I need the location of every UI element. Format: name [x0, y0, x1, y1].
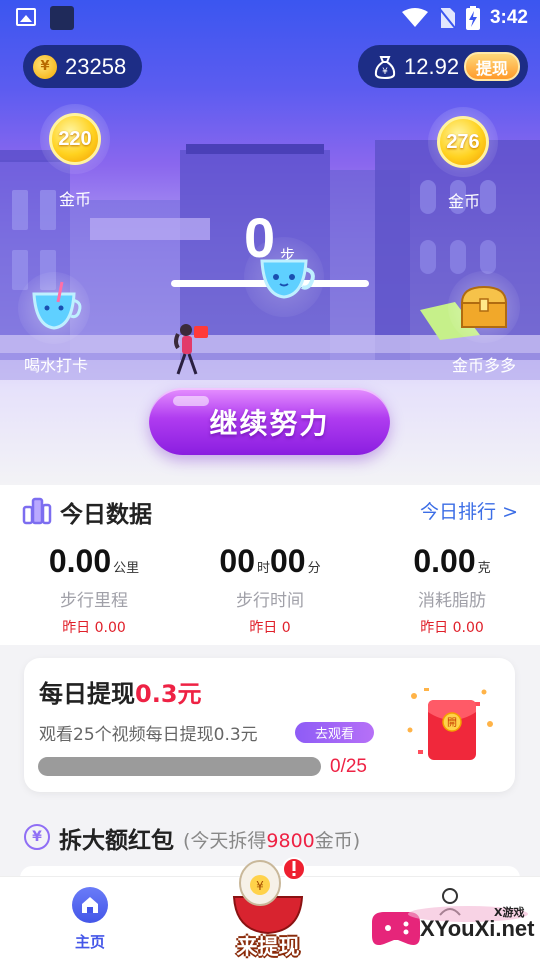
- coin-balance[interactable]: ¥ 23258: [23, 45, 142, 88]
- stat-time-minutes: 00: [270, 543, 306, 579]
- today-data-section: 今日数据 今日排行 > 0.00 公里 步行里程 昨日 0.00 00 时00 分 步…: [0, 485, 540, 645]
- stat-time: 00 时00 分 步行时间 昨日 0: [180, 543, 360, 637]
- drink-water-checkin[interactable]: [18, 272, 90, 344]
- svg-text:¥: ¥: [382, 67, 388, 77]
- big-red-packet-title: 拆大额红包: [59, 828, 174, 854]
- treasure-chest-icon[interactable]: [448, 271, 520, 343]
- red-packet-icon[interactable]: 開: [404, 684, 496, 770]
- buildings-icon: [22, 497, 52, 525]
- daily-withdraw-title: 每日提现0.3元: [39, 680, 202, 708]
- daily-withdraw-subtitle: 观看25个视频每日提现0.3元: [39, 725, 258, 745]
- coin-bubble-left[interactable]: 220: [40, 104, 110, 174]
- status-bar: 3:42: [0, 0, 540, 36]
- home-icon: [72, 887, 108, 923]
- nav-withdraw-label: 来提现: [236, 935, 300, 959]
- coin-bubble-value: 220: [49, 113, 101, 165]
- video-progress-text: 0/25: [330, 756, 367, 777]
- video-progress-bar: [38, 757, 321, 776]
- stat-distance-label: 步行里程: [60, 591, 128, 611]
- stat-fat-unit: 克: [477, 561, 491, 576]
- no-sim-icon: [438, 7, 456, 29]
- svg-text:¥: ¥: [256, 879, 264, 893]
- keep-going-button[interactable]: 继续努力: [149, 388, 390, 455]
- cash-balance[interactable]: ¥ 12.92 提现: [358, 45, 528, 88]
- daily-withdraw-card[interactable]: 每日提现0.3元 观看25个视频每日提现0.3元 去观看 0/25 開: [24, 658, 515, 792]
- stat-fat-value: 0.00: [413, 543, 476, 579]
- app-notification-icon: [50, 6, 74, 30]
- coin-bubble-label: 金币: [447, 192, 480, 211]
- walking-person-illustration: [174, 324, 208, 375]
- gallery-notification-icon: [16, 8, 36, 26]
- nav-home-label: 主页: [74, 933, 105, 951]
- money-sack-icon: ¥: [232, 857, 306, 935]
- stat-fat: 0.00 克 消耗脂肪 昨日 0.00: [362, 543, 540, 637]
- stat-distance-value: 0.00: [48, 543, 112, 579]
- today-ranking-link[interactable]: 今日排行 >: [420, 497, 518, 524]
- coin-bubble-label: 金币: [58, 190, 91, 209]
- go-watch-button[interactable]: 去观看: [295, 722, 374, 743]
- water-cup-icon[interactable]: [244, 237, 324, 317]
- drink-water-label: 喝水打卡: [23, 356, 88, 375]
- stat-time-label: 步行时间: [236, 591, 304, 611]
- watermark-main-text: XYouXi.net: [420, 916, 535, 941]
- coin-balance-value: 23258: [65, 53, 127, 79]
- yuan-coin-icon: ¥: [24, 824, 50, 850]
- cash-balance-value: 12.92: [404, 53, 460, 79]
- battery-charging-icon: [465, 6, 480, 30]
- money-bag-icon: ¥: [374, 55, 396, 79]
- stat-time-hours: 00: [219, 543, 255, 579]
- today-data-title: 今日数据: [60, 502, 152, 528]
- nav-withdraw[interactable]: ¥ 来提现: [216, 839, 320, 959]
- stat-fat-label: 消耗脂肪: [418, 591, 486, 611]
- treasure-chest-label: 金币多多: [451, 356, 516, 375]
- stat-time-minutes-unit: 分: [307, 561, 321, 576]
- stat-fat-yesterday: 昨日 0.00: [420, 620, 484, 636]
- nav-home[interactable]: 主页: [60, 887, 120, 952]
- hero-section: 3:42 ¥ 23258 ¥ 12.92 提现 220 金币 276 金币 0 …: [0, 0, 540, 485]
- withdraw-button[interactable]: 提现: [464, 52, 520, 81]
- red-packet-open-char: 開: [447, 717, 457, 729]
- status-time: 3:42: [489, 7, 528, 28]
- coin-bubble-value: 276: [437, 116, 489, 168]
- coin-icon: ¥: [33, 54, 57, 79]
- coin-bubble-right[interactable]: 276: [428, 107, 498, 177]
- stat-distance-unit: 公里: [113, 561, 140, 576]
- wifi-icon: [401, 8, 428, 27]
- stat-distance: 0.00 公里 步行里程 昨日 0.00: [4, 543, 184, 637]
- stat-time-yesterday: 昨日 0: [249, 620, 291, 636]
- stat-time-hours-unit: 时: [256, 561, 270, 576]
- stat-distance-yesterday: 昨日 0.00: [62, 620, 126, 636]
- daily-withdraw-amount: 0.3元: [135, 680, 202, 708]
